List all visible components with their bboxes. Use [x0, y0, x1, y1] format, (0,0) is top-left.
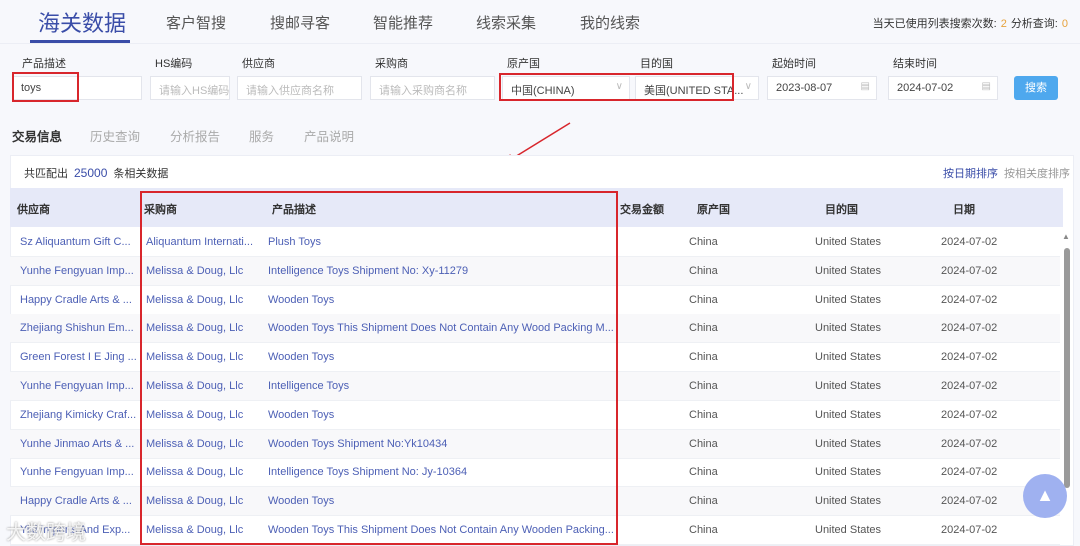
cell-supplier[interactable]: Yunhe Fengyuan Imp...	[20, 380, 134, 392]
product-label: 产品描述	[22, 58, 66, 70]
cell-origin: China	[689, 495, 718, 508]
cell-date: 2024-07-02	[941, 322, 998, 335]
dest-label: 目的国	[640, 58, 673, 70]
result-count: 共匹配出 25000 条相关数据	[24, 165, 168, 181]
arrow-up-icon: ▲	[1036, 485, 1054, 505]
cell-supplier[interactable]: Green Forest I E Jing ...	[20, 351, 137, 363]
cell-date: 2024-07-02	[941, 466, 998, 479]
cell-origin: China	[689, 236, 718, 248]
cell-origin: China	[689, 408, 718, 421]
col-amount: 交易金额	[620, 204, 664, 216]
cell-dest: United States	[815, 351, 882, 364]
cell-supplier[interactable]: Zhejiang Kimicky Craf...	[20, 409, 136, 421]
highlight-countries	[499, 73, 734, 101]
tab-email-search[interactable]: 搜邮寻客	[270, 12, 330, 33]
cell-supplier[interactable]: Zhejiang Shishun Em...	[20, 322, 134, 334]
cell-origin: China	[689, 524, 718, 536]
supplier-input[interactable]: 请输入供应商名称	[237, 76, 362, 100]
sort-by-relevance[interactable]: 按相关度排序	[1004, 165, 1070, 181]
tab-lead-collect[interactable]: 线索采集	[476, 12, 536, 33]
start-label: 起始时间	[772, 58, 816, 70]
chevron-down-icon: ∨	[744, 81, 752, 92]
tab-customs-data[interactable]: 海关数据	[38, 6, 126, 38]
cell-date: 2024-07-02	[941, 524, 998, 536]
count-value: 25000	[74, 166, 108, 180]
cell-origin: China	[689, 293, 718, 306]
end-date-value: 2024-07-02	[897, 82, 954, 94]
calendar-icon: ▤	[981, 81, 991, 92]
cell-supplier[interactable]: Yunhe Fengyuan Imp...	[20, 466, 134, 478]
cell-origin: China	[689, 466, 718, 479]
supplier-label: 供应商	[242, 58, 275, 70]
count-prefix: 共匹配出	[24, 168, 68, 180]
end-label: 结束时间	[893, 58, 937, 70]
calendar-icon: ▤	[860, 81, 870, 92]
cell-supplier[interactable]: Sz Aliquantum Gift C...	[20, 236, 131, 248]
cell-date: 2024-07-02	[941, 236, 998, 248]
watermark: 大数跨境	[6, 522, 86, 544]
subtab-analysis[interactable]: 分析报告	[170, 126, 220, 145]
cell-supplier[interactable]: Yunhe Fengyuan Imp...	[20, 265, 134, 277]
highlight-product	[12, 72, 79, 102]
cell-origin: China	[689, 380, 718, 392]
start-date-input[interactable]: 2023-08-07 ▤	[767, 76, 877, 100]
col-date: 日期	[953, 204, 975, 216]
cell-date: 2024-07-02	[941, 264, 998, 277]
cell-dest: United States	[815, 495, 882, 508]
cell-dest: United States	[815, 380, 882, 392]
active-tab-underline	[30, 40, 130, 43]
search-button[interactable]: 搜索	[1014, 76, 1058, 100]
subtab-history[interactable]: 历史查询	[90, 126, 140, 145]
start-date-value: 2023-08-07	[776, 82, 833, 94]
buyer-input[interactable]: 请输入采购商名称	[370, 76, 495, 100]
subtab-trade-info[interactable]: 交易信息	[12, 126, 62, 145]
cell-dest: United States	[815, 524, 882, 536]
top-nav: 海关数据 客户智搜 搜邮寻客 智能推荐 线索采集 我的线索 当天已使用列表搜索次…	[0, 0, 1080, 44]
tab-my-leads[interactable]: 我的线索	[580, 12, 640, 33]
tab-customer-search[interactable]: 客户智搜	[166, 12, 226, 33]
subtab-product-info[interactable]: 产品说明	[304, 126, 354, 145]
scrollbar[interactable]	[1064, 248, 1070, 488]
cell-dest: United States	[815, 293, 882, 306]
cell-supplier[interactable]: Happy Cradle Arts & ...	[20, 495, 132, 507]
tab-recommend[interactable]: 智能推荐	[373, 12, 433, 33]
scroll-up-icon[interactable]: ▲	[1062, 232, 1070, 241]
quota-label: 当天已使用列表搜索次数:	[872, 18, 997, 30]
cell-dest: United States	[815, 437, 882, 450]
cell-date: 2024-07-02	[941, 437, 998, 450]
cell-dest: United States	[815, 322, 882, 335]
cell-date: 2024-07-02	[941, 351, 998, 364]
cell-date: 2024-07-02	[941, 408, 998, 421]
quota-info: 当天已使用列表搜索次数: 2 分析查询: 0	[873, 15, 1072, 31]
origin-label: 原产国	[507, 58, 540, 70]
count-suffix: 条相关数据	[113, 168, 169, 180]
col-dest: 目的国	[825, 204, 858, 216]
highlight-buyer-product	[140, 191, 618, 545]
cell-origin: China	[689, 322, 718, 335]
quota-value: 2	[1000, 18, 1007, 30]
hs-input[interactable]: 请输入HS编码	[150, 76, 230, 100]
end-date-input[interactable]: 2024-07-02 ▤	[888, 76, 998, 100]
subtab-service[interactable]: 服务	[249, 126, 274, 145]
sort-by-date[interactable]: 按日期排序	[943, 165, 998, 181]
analysis-label: 分析查询:	[1010, 18, 1058, 30]
back-to-top-button[interactable]: ▲	[1023, 474, 1067, 518]
col-supplier: 供应商	[17, 204, 50, 216]
analysis-value: 0	[1061, 18, 1068, 30]
cell-date: 2024-07-02	[941, 380, 998, 392]
cell-dest: United States	[815, 264, 882, 277]
cell-date: 2024-07-02	[941, 495, 998, 508]
cell-dest: United States	[815, 408, 882, 421]
hs-label: HS编码	[155, 58, 193, 70]
cell-dest: United States	[815, 236, 882, 248]
col-origin: 原产国	[697, 204, 730, 216]
cell-origin: China	[689, 351, 718, 364]
cell-dest: United States	[815, 466, 882, 479]
cell-date: 2024-07-02	[941, 293, 998, 306]
cell-origin: China	[689, 437, 718, 450]
cell-supplier[interactable]: Yunhe Jinmao Arts & ...	[20, 438, 134, 450]
cell-supplier[interactable]: Happy Cradle Arts & ...	[20, 294, 132, 306]
buyer-label: 采购商	[375, 58, 408, 70]
cell-origin: China	[689, 264, 718, 277]
